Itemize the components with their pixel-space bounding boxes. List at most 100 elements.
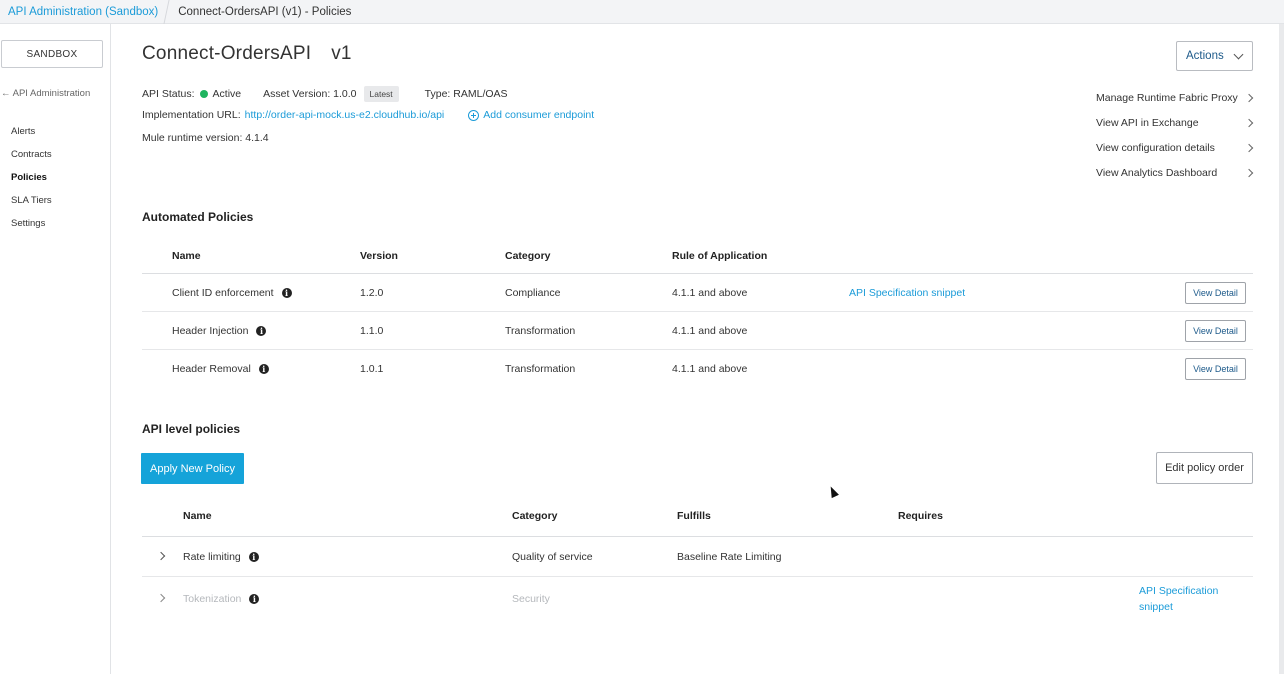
view-detail-button[interactable]: View Detail: [1185, 282, 1246, 304]
table-row[interactable]: Tokenization i Security API Specificatio…: [142, 577, 1253, 621]
api-name: Connect-OrdersAPI: [142, 43, 312, 64]
manage-runtime-fabric-proxy-link[interactable]: Manage Runtime Fabric Proxy: [1096, 92, 1256, 117]
policy-name: Tokenization: [183, 593, 242, 605]
scrollbar-track[interactable]: [1279, 24, 1284, 674]
breadcrumb: API Administration (Sandbox) Connect-Ord…: [0, 0, 1284, 24]
sidebar-item-contracts[interactable]: Contracts: [11, 149, 52, 172]
policy-rule: 4.1.1 and above: [672, 286, 748, 299]
table-row: Header Injection i 1.1.0 Transformation …: [142, 312, 1253, 350]
automated-policies-table: Name Version Category Rule of Applicatio…: [142, 250, 1253, 388]
policy-category: Security: [512, 593, 550, 605]
snippet-line: snippet: [1139, 601, 1173, 613]
status-label: API Status:: [142, 88, 195, 100]
sidebar-item-sla-tiers[interactable]: SLA Tiers: [11, 195, 52, 218]
view-analytics-dashboard-link[interactable]: View Analytics Dashboard: [1096, 167, 1256, 192]
add-endpoint-label: Add consumer endpoint: [483, 109, 595, 121]
view-configuration-details-link[interactable]: View configuration details: [1096, 142, 1256, 167]
actions-dropdown[interactable]: Actions: [1176, 41, 1253, 71]
runtime-row: Mule runtime version: 4.1.4: [142, 132, 269, 144]
chevron-right-icon: [1244, 143, 1254, 153]
link-label: View Analytics Dashboard: [1096, 167, 1218, 179]
link-label: Manage Runtime Fabric Proxy: [1096, 92, 1238, 104]
plus-circle-icon: [468, 109, 480, 121]
actions-links: Manage Runtime Fabric Proxy View API in …: [1096, 92, 1256, 192]
info-icon[interactable]: i: [249, 594, 260, 604]
column-header: Version: [360, 250, 398, 262]
column-header: Category: [512, 510, 558, 522]
view-detail-button[interactable]: View Detail: [1185, 358, 1246, 380]
sidebar-nav: Alerts Contracts Policies SLA Tiers Sett…: [11, 126, 52, 241]
policy-version: 1.2.0: [360, 286, 384, 299]
policy-name: Client ID enforcement: [172, 286, 274, 299]
api-info-row: API Status: Active Asset Version: 1.0.0 …: [142, 86, 508, 102]
apply-new-policy-button[interactable]: Apply New Policy: [141, 453, 244, 484]
chevron-down-icon: [1233, 49, 1244, 60]
chevron-right-icon: [1244, 168, 1254, 178]
api-specification-snippet-link[interactable]: API Specification snippet: [1139, 583, 1218, 615]
policy-name-cell: Tokenization i: [183, 577, 260, 621]
table-row[interactable]: Rate limiting i Quality of service Basel…: [142, 537, 1253, 577]
info-icon[interactable]: i: [248, 551, 259, 562]
implementation-row: Implementation URL: http://order-api-moc…: [142, 109, 594, 121]
chevron-right-icon: [1244, 93, 1254, 103]
chevron-right-icon[interactable]: [156, 593, 166, 603]
chevron-right-icon: [1244, 118, 1254, 128]
actions-label: Actions: [1186, 50, 1224, 62]
column-header: Category: [505, 250, 551, 262]
column-header: Name: [172, 250, 201, 262]
policy-rule: 4.1.1 and above: [672, 363, 748, 375]
info-icon[interactable]: i: [281, 287, 292, 298]
add-consumer-endpoint-link[interactable]: Add consumer endpoint: [468, 109, 594, 121]
policy-name: Header Removal: [172, 363, 251, 375]
policy-category: Transformation: [505, 363, 576, 375]
page-title: Connect-OrdersAPI v1: [142, 43, 352, 65]
environment-button[interactable]: SANDBOX: [1, 40, 103, 68]
column-header: Fulfills: [677, 510, 711, 522]
link-label: View API in Exchange: [1096, 117, 1199, 129]
latest-badge: Latest: [363, 86, 399, 102]
sidebar-item-policies[interactable]: Policies: [11, 172, 52, 195]
implementation-url-label: Implementation URL:: [142, 109, 241, 121]
api-type: Type: RAML/OAS: [424, 88, 508, 100]
api-specification-snippet-link[interactable]: API Specification snippet: [849, 274, 965, 311]
policy-category: Transformation: [505, 324, 576, 337]
view-api-in-exchange-link[interactable]: View API in Exchange: [1096, 117, 1256, 142]
main-content: Connect-OrdersAPI v1 Actions API Status: …: [111, 24, 1284, 674]
info-icon[interactable]: i: [258, 364, 269, 374]
policy-rule: 4.1.1 and above: [672, 324, 748, 337]
column-header: Requires: [898, 510, 943, 522]
api-version: v1: [331, 43, 352, 64]
sidebar: SANDBOX ← API Administration Alerts Cont…: [0, 24, 111, 674]
snippet-line: API Specification: [1139, 585, 1219, 597]
edit-policy-order-button[interactable]: Edit policy order: [1156, 452, 1253, 484]
api-level-policies-table: Name Category Fulfills Requires Rate lim…: [142, 510, 1253, 621]
policy-category: Compliance: [505, 286, 561, 299]
sidebar-item-alerts[interactable]: Alerts: [11, 126, 52, 149]
api-level-policies-title: API level policies: [142, 422, 241, 436]
automated-policies-title: Automated Policies: [142, 210, 254, 224]
asset-version: Asset Version: 1.0.0: [263, 88, 357, 100]
policy-name: Rate limiting: [183, 550, 241, 563]
chevron-right-icon[interactable]: [156, 551, 166, 561]
policy-name-cell: Rate limiting i: [183, 537, 259, 576]
policy-version: 1.0.1: [360, 363, 384, 375]
table-header: Name Version Category Rule of Applicatio…: [142, 250, 1253, 274]
view-detail-button[interactable]: View Detail: [1185, 320, 1246, 342]
policy-fulfills: Baseline Rate Limiting: [677, 550, 782, 563]
back-to-api-administration-link[interactable]: ← API Administration: [1, 88, 90, 99]
breadcrumb-current: Connect-OrdersAPI (v1) - Policies: [178, 5, 352, 18]
status-value: Active: [212, 88, 242, 100]
column-header: Name: [183, 510, 212, 522]
table-row: Header Removal i 1.0.1 Transformation 4.…: [142, 350, 1253, 388]
sidebar-item-settings[interactable]: Settings: [11, 218, 52, 241]
policy-category: Quality of service: [512, 550, 593, 563]
link-label: View configuration details: [1096, 142, 1215, 154]
policy-name: Header Injection: [172, 324, 249, 337]
info-icon[interactable]: i: [256, 325, 267, 336]
policy-name-cell: Header Removal i: [172, 350, 269, 388]
policy-name-cell: Header Injection i: [172, 312, 267, 349]
table-row: Client ID enforcement i 1.2.0 Compliance…: [142, 274, 1253, 312]
implementation-url-link[interactable]: http://order-api-mock.us-e2.cloudhub.io/…: [245, 109, 445, 121]
breadcrumb-root-link[interactable]: API Administration (Sandbox): [0, 6, 166, 18]
status-dot-icon: [199, 90, 208, 98]
